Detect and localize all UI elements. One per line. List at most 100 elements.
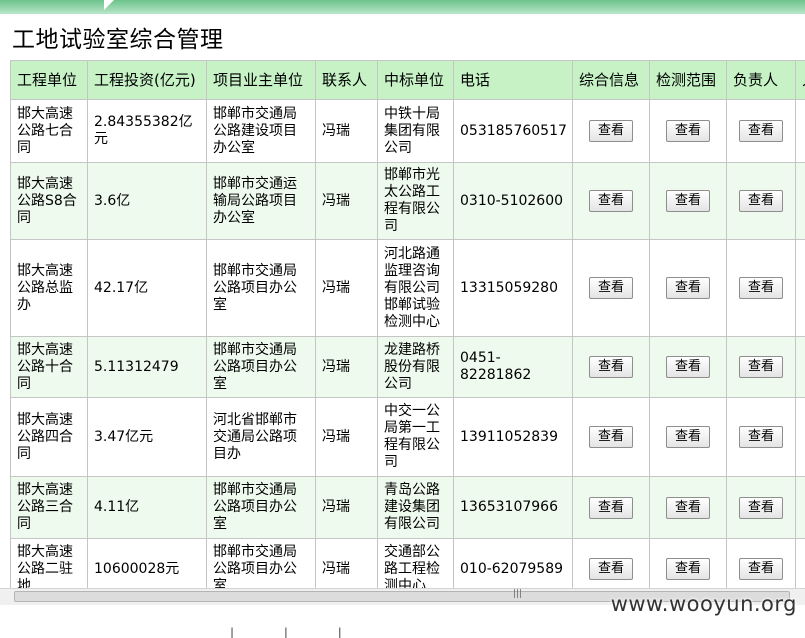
cell-investment: 4.11亿 — [88, 477, 207, 539]
cell-investment: 3.47亿元 — [88, 398, 207, 477]
cell-contact: 冯瑞 — [316, 539, 378, 589]
cell-info: 查看 — [573, 539, 650, 589]
cell-info: 查看 — [573, 337, 650, 398]
view-info-button[interactable]: 查看 — [589, 426, 633, 448]
view-info-button[interactable]: 查看 — [589, 356, 633, 378]
cell-person: 查看 — [796, 398, 805, 477]
cell-investment: 2.84355382亿元 — [88, 100, 207, 163]
view-info-button[interactable]: 查看 — [589, 497, 633, 519]
view-info-button[interactable]: 查看 — [589, 558, 633, 580]
cell-scope: 查看 — [650, 163, 727, 240]
cell-investment: 3.6亿 — [88, 163, 207, 240]
cell-unit: 邯大高速公路四合同 — [11, 398, 88, 477]
view-manager-button[interactable]: 查看 — [739, 356, 783, 378]
view-manager-button[interactable]: 查看 — [739, 426, 783, 448]
cell-person: 查看 — [796, 539, 805, 589]
cell-phone: 0310-5102600 — [454, 163, 573, 240]
cell-manager: 查看 — [727, 337, 796, 398]
footer-link[interactable]: | — [338, 626, 342, 638]
cell-owner: 邯郸市交通局公路项目办公室 — [207, 539, 316, 589]
view-scope-button[interactable]: 查看 — [666, 120, 710, 142]
cell-contact: 冯瑞 — [316, 337, 378, 398]
view-info-button[interactable]: 查看 — [589, 190, 633, 212]
cell-scope: 查看 — [650, 398, 727, 477]
cell-info: 查看 — [573, 398, 650, 477]
table-row: 邯大高速公路二驻地 10600028元 邯郸市交通局公路项目办公室 冯瑞 交通部… — [11, 539, 805, 589]
col-header-person: 人 — [796, 61, 805, 100]
table-row: 邯大高速公路十合同 5.11312479 邯郸市交通局公路项目办公室 冯瑞 龙建… — [11, 337, 805, 398]
col-header-unit: 工程单位 — [11, 61, 88, 100]
table-row: 邯大高速公路总监办 42.17亿 邯郸市交通局公路项目办公室 冯瑞 河北路通监理… — [11, 240, 805, 337]
cell-manager: 查看 — [727, 163, 796, 240]
cell-scope: 查看 — [650, 539, 727, 589]
cell-bidder: 河北路通监理咨询有限公司邯郸试验检测中心 — [378, 240, 454, 337]
cell-investment: 5.11312479 — [88, 337, 207, 398]
cell-contact: 冯瑞 — [316, 240, 378, 337]
cell-investment: 10600028元 — [88, 539, 207, 589]
cell-manager: 查看 — [727, 398, 796, 477]
scrollbar-grip-icon: ||| — [513, 590, 522, 599]
col-header-info: 综合信息 — [573, 61, 650, 100]
cell-contact: 冯瑞 — [316, 398, 378, 477]
table-header-row: 工程单位 工程投资(亿元) 项目业主单位 联系人 中标单位 电话 综合信息 检测… — [11, 61, 805, 100]
project-table: 工程单位 工程投资(亿元) 项目业主单位 联系人 中标单位 电话 综合信息 检测… — [10, 60, 805, 588]
cell-investment: 42.17亿 — [88, 240, 207, 337]
view-info-button[interactable]: 查看 — [589, 120, 633, 142]
cell-owner: 邯郸市交通局公路项目办公室 — [207, 477, 316, 539]
col-header-investment: 工程投资(亿元) — [88, 61, 207, 100]
view-manager-button[interactable]: 查看 — [739, 497, 783, 519]
cell-owner: 邯郸市交通局公路建设项目办公室 — [207, 100, 316, 163]
cell-contact: 冯瑞 — [316, 100, 378, 163]
col-header-manager: 负责人 — [727, 61, 796, 100]
cell-scope: 查看 — [650, 337, 727, 398]
view-manager-button[interactable]: 查看 — [739, 558, 783, 580]
col-header-contact: 联系人 — [316, 61, 378, 100]
view-scope-button[interactable]: 查看 — [666, 558, 710, 580]
cell-contact: 冯瑞 — [316, 163, 378, 240]
view-scope-button[interactable]: 查看 — [666, 497, 710, 519]
cell-owner: 邯郸市交通局公路项目办公室 — [207, 337, 316, 398]
cell-person: 查看 — [796, 477, 805, 539]
cell-info: 查看 — [573, 240, 650, 337]
table-row: 邯大高速公路七合同 2.84355382亿元 邯郸市交通局公路建设项目办公室 冯… — [11, 100, 805, 163]
view-manager-button[interactable]: 查看 — [739, 277, 783, 299]
col-header-phone: 电话 — [454, 61, 573, 100]
cell-phone: 053185760517 — [454, 100, 573, 163]
cell-bidder: 交通部公路工程检测中心 — [378, 539, 454, 589]
cell-owner: 邯郸市交通局公路项目办公室 — [207, 240, 316, 337]
cell-unit: 邯大高速公路总监办 — [11, 240, 88, 337]
cell-scope: 查看 — [650, 240, 727, 337]
view-manager-button[interactable]: 查看 — [739, 120, 783, 142]
view-scope-button[interactable]: 查看 — [666, 277, 710, 299]
cell-manager: 查看 — [727, 100, 796, 163]
view-manager-button[interactable]: 查看 — [739, 190, 783, 212]
col-header-bidder: 中标单位 — [378, 61, 454, 100]
cell-scope: 查看 — [650, 477, 727, 539]
cell-info: 查看 — [573, 163, 650, 240]
cell-owner: 邯郸市交通运输局公路项目办公室 — [207, 163, 316, 240]
cell-bidder: 中交一公局第一工程有限公司 — [378, 398, 454, 477]
cell-bidder: 龙建路桥股份有限公司 — [378, 337, 454, 398]
cell-info: 查看 — [573, 100, 650, 163]
cell-unit: 邯大高速公路S8合同 — [11, 163, 88, 240]
cell-info: 查看 — [573, 477, 650, 539]
page-title: 工地试验室综合管理 — [12, 24, 224, 56]
table-row: 邯大高速公路三合同 4.11亿 邯郸市交通局公路项目办公室 冯瑞 青岛公路建设集… — [11, 477, 805, 539]
cell-unit: 邯大高速公路十合同 — [11, 337, 88, 398]
cell-contact: 冯瑞 — [316, 477, 378, 539]
cell-manager: 查看 — [727, 240, 796, 337]
footer-link[interactable]: | — [230, 626, 234, 638]
view-scope-button[interactable]: 查看 — [666, 356, 710, 378]
cell-manager: 查看 — [727, 539, 796, 589]
cell-bidder: 邯郸市光太公路工程有限公司 — [378, 163, 454, 240]
cell-manager: 查看 — [727, 477, 796, 539]
view-scope-button[interactable]: 查看 — [666, 190, 710, 212]
footer-link[interactable]: | — [284, 626, 288, 638]
view-scope-button[interactable]: 查看 — [666, 426, 710, 448]
project-table-viewport: 工程单位 工程投资(亿元) 项目业主单位 联系人 中标单位 电话 综合信息 检测… — [10, 60, 805, 588]
view-info-button[interactable]: 查看 — [589, 277, 633, 299]
col-header-owner: 项目业主单位 — [207, 61, 316, 100]
cell-unit: 邯大高速公路七合同 — [11, 100, 88, 163]
cell-person: 查看 — [796, 100, 805, 163]
cell-phone: 13911052839 — [454, 398, 573, 477]
